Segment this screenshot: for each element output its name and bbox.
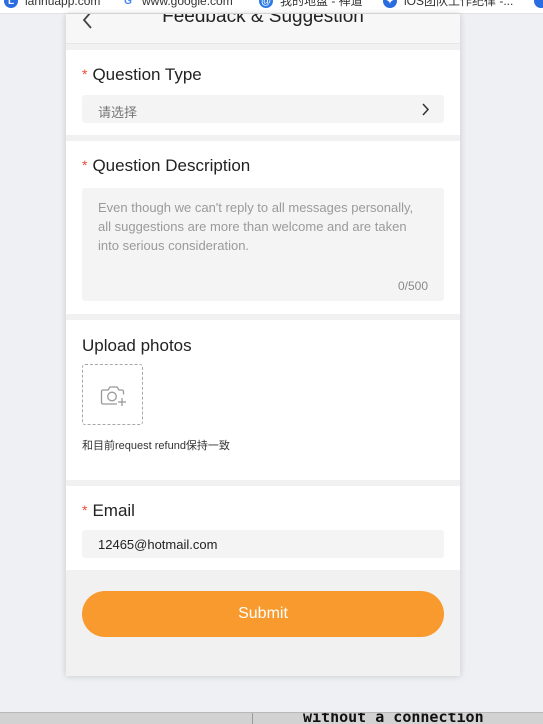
required-marker: * — [82, 157, 88, 173]
bookmark-zentao[interactable]: @ 我的地盘 - 禅道 — [259, 0, 363, 8]
question-type-select[interactable]: 请选择 — [82, 95, 444, 123]
email-field[interactable] — [82, 530, 444, 558]
question-description-textarea[interactable] — [82, 188, 444, 301]
upload-photo-button[interactable] — [82, 364, 143, 425]
doc-icon — [534, 0, 543, 8]
google-icon: G — [121, 0, 135, 8]
zentao-icon: @ — [259, 0, 273, 8]
required-marker: * — [82, 502, 88, 518]
background-window: without a connection — [0, 712, 543, 724]
upload-photos-section: Upload photos 和目前request refund保持一致 — [66, 320, 460, 480]
upload-photos-label: Upload photos — [82, 336, 192, 355]
bookmark-label: 我的地盘 - 禅道 — [280, 0, 363, 8]
question-type-section: * Question Type 请选择 — [66, 50, 460, 135]
nav-bar: Feedback & Suggestion — [66, 14, 460, 44]
required-marker: * — [82, 66, 88, 82]
doc-icon: ✦ — [383, 0, 397, 8]
submit-button[interactable]: Submit — [82, 591, 444, 637]
lanhu-icon: L — [4, 0, 18, 8]
upload-hint: 和目前request refund保持一致 — [82, 440, 230, 452]
bookmark-ios-team[interactable]: ✦ iOS团队工作纪律 -... — [383, 0, 513, 8]
character-counter: 0/500 — [397, 279, 428, 293]
camera-add-icon — [100, 386, 126, 406]
terminal-text: without a connection — [303, 712, 484, 724]
chevron-right-icon — [422, 103, 430, 116]
select-value: 请选择 — [98, 105, 138, 120]
question-description-label: * Question Description — [82, 156, 251, 175]
bookmark-lanhu[interactable]: L lanhuapp.com — [4, 0, 100, 8]
email-section: * Email — [66, 486, 460, 570]
email-label: * Email — [82, 501, 135, 520]
page-title: Feedback & Suggestion — [162, 14, 364, 27]
question-type-label: * Question Type — [82, 65, 202, 84]
bookmark-google[interactable]: G www.google.com — [121, 0, 233, 8]
mobile-app-frame: Feedback & Suggestion * Question Type 请选择… — [66, 14, 460, 676]
bookmark-label: www.google.com — [142, 0, 233, 8]
bookmark-label: iOS团队工作纪律 -... — [404, 0, 514, 8]
bookmark-overflow[interactable] — [534, 0, 543, 8]
window-divider — [252, 713, 253, 724]
bookmarks-bar: L lanhuapp.com G www.google.com @ 我的地盘 -… — [0, 0, 543, 14]
question-description-section: *Question Description 0/500 — [66, 141, 460, 314]
bookmark-label: lanhuapp.com — [25, 0, 101, 8]
